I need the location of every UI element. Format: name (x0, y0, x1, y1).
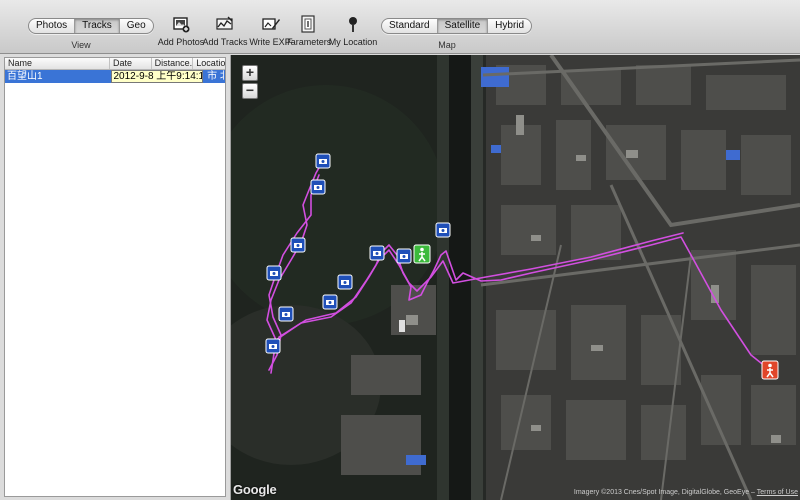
track-name-cell: 百望山1 (7, 71, 43, 82)
track-location-cell: 市 北 (207, 71, 225, 82)
toolbar: Photos Tracks Geo View Add Photos Add Tr… (0, 0, 800, 54)
view-label: View (71, 40, 91, 50)
track-date-cell: 2012-9-8 上午9:14:12 (110, 70, 204, 83)
view-photos-button[interactable]: Photos (29, 19, 76, 33)
tracks-table[interactable]: Name Date Distance... Location 百望山1 2012… (4, 57, 226, 497)
location-pin-icon (349, 17, 357, 32)
zoom-in-button[interactable]: + (242, 65, 258, 81)
track-end-marker (761, 360, 779, 380)
column-header-name[interactable]: Name (5, 58, 111, 69)
google-logo: Google (233, 482, 277, 497)
track-start-marker (413, 244, 431, 264)
parameters-icon (301, 15, 315, 33)
view-geo-button[interactable]: Geo (120, 19, 153, 33)
my-location-button[interactable]: My Location (323, 14, 383, 47)
view-tracks-button[interactable]: Tracks (75, 19, 120, 33)
view-segmented-control: Photos Tracks Geo (28, 18, 154, 34)
column-header-date[interactable]: Date (110, 58, 152, 69)
map-hybrid-button[interactable]: Hybrid (488, 19, 531, 33)
my-location-label: My Location (328, 37, 378, 47)
column-header-location[interactable]: Location (193, 58, 225, 69)
map-label: Map (438, 40, 456, 50)
add-tracks-icon (216, 16, 233, 30)
add-photos-icon (173, 17, 190, 33)
satellite-map[interactable]: + − Google Imagery ©2013 Cnes/Spot Image… (231, 55, 800, 500)
zoom-out-button[interactable]: − (242, 83, 258, 99)
column-header-distance[interactable]: Distance... (152, 58, 194, 69)
map-satellite-button[interactable]: Satellite (437, 19, 489, 33)
map-type-segmented-control: Standard Satellite Hybrid (381, 18, 533, 34)
map-standard-button[interactable]: Standard (382, 19, 438, 33)
sidebar: Name Date Distance... Location 百望山1 2012… (0, 55, 231, 500)
table-header: Name Date Distance... Location (5, 58, 225, 70)
terms-of-use-link[interactable]: Terms of Use (757, 489, 798, 496)
table-row[interactable]: 百望山1 2012-9-8 上午9:14:12 市 北 (5, 70, 225, 83)
imagery-credit: Imagery ©2013 Cnes/Spot Image, DigitalGl… (573, 489, 750, 496)
map-attribution: Imagery ©2013 Cnes/Spot Image, DigitalGl… (573, 489, 798, 496)
satellite-imagery (231, 55, 800, 500)
